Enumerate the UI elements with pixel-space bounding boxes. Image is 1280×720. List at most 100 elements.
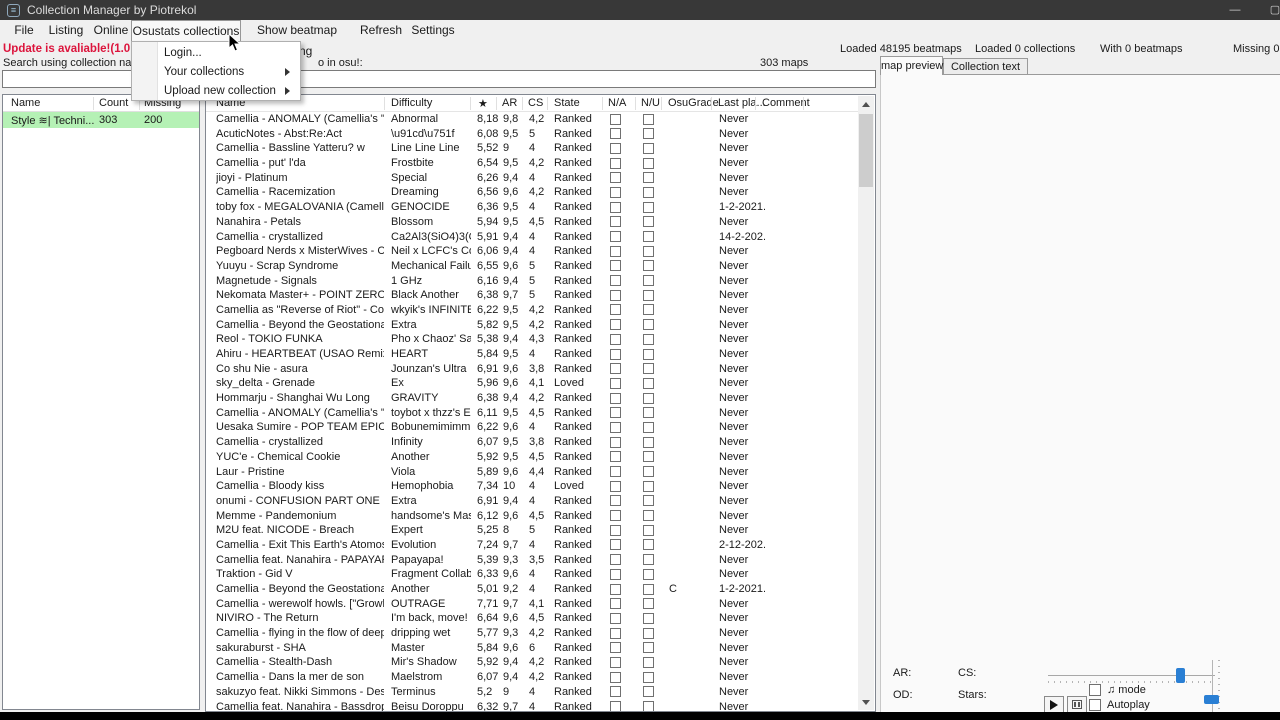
table-row[interactable]: Ahiru - HEARTBEAT (USAO Remix)HEART5,849… bbox=[206, 347, 858, 362]
na-checkbox[interactable] bbox=[610, 407, 621, 418]
update-available-text[interactable]: Update is avaliable!(1.0.1 bbox=[3, 43, 140, 55]
na-checkbox[interactable] bbox=[610, 437, 621, 448]
table-row[interactable]: Nanahira - PetalsBlossom5,949,54,5Ranked… bbox=[206, 215, 858, 230]
table-row[interactable]: Memme - Pandemoniumhandsome's Mast...6,1… bbox=[206, 509, 858, 524]
table-row[interactable]: Traktion - Gid VFragment Collab6,339,64R… bbox=[206, 567, 858, 582]
nu-checkbox[interactable] bbox=[643, 407, 654, 418]
table-row[interactable]: Camellia - Beyond the Geostationary O...… bbox=[206, 582, 858, 597]
table-row[interactable]: Camellia - crystallizedCa2Al3(SiO4)3(OH)… bbox=[206, 230, 858, 245]
na-checkbox[interactable] bbox=[610, 275, 621, 286]
bm-header-star[interactable]: ★ bbox=[478, 97, 488, 110]
nu-checkbox[interactable] bbox=[643, 554, 654, 565]
table-row[interactable]: Magnetude - Signals1 GHz6,169,45RankedNe… bbox=[206, 274, 858, 289]
na-checkbox[interactable] bbox=[610, 701, 621, 711]
na-checkbox[interactable] bbox=[610, 628, 621, 639]
na-checkbox[interactable] bbox=[610, 554, 621, 565]
na-checkbox[interactable] bbox=[610, 290, 621, 301]
na-checkbox[interactable] bbox=[610, 672, 621, 683]
table-row[interactable]: Yuuyu - Scrap SyndromeMechanical Failure… bbox=[206, 259, 858, 274]
tab-collection-text[interactable]: Collection text bbox=[943, 58, 1028, 75]
collection-row-selected[interactable]: Style ≋| Techni... 303 200 bbox=[3, 112, 199, 128]
nu-checkbox[interactable] bbox=[643, 613, 654, 624]
bm-header-ar[interactable]: AR bbox=[502, 97, 517, 109]
nu-checkbox[interactable] bbox=[643, 510, 654, 521]
nu-checkbox[interactable] bbox=[643, 231, 654, 242]
nu-checkbox[interactable] bbox=[643, 319, 654, 330]
na-checkbox[interactable] bbox=[610, 584, 621, 595]
na-checkbox[interactable] bbox=[610, 657, 621, 668]
table-row[interactable]: Pegboard Nerds x MisterWives - CoffinsNe… bbox=[206, 244, 858, 259]
menu-file[interactable]: File bbox=[8, 20, 40, 41]
menu-item-your-collections[interactable]: Your collections bbox=[132, 63, 300, 82]
na-checkbox[interactable] bbox=[610, 260, 621, 271]
bm-header-difficulty[interactable]: Difficulty bbox=[391, 97, 432, 109]
table-row[interactable]: Camellia as "Reverse of Riot" - Compl...… bbox=[206, 303, 858, 318]
nu-checkbox[interactable] bbox=[643, 260, 654, 271]
slider-thumb[interactable] bbox=[1204, 695, 1219, 704]
na-checkbox[interactable] bbox=[610, 187, 621, 198]
table-row[interactable]: Hommarju - Shanghai Wu LongGRAVITY6,389,… bbox=[206, 391, 858, 406]
nu-checkbox[interactable] bbox=[643, 187, 654, 198]
nu-checkbox[interactable] bbox=[643, 672, 654, 683]
seek-slider[interactable] bbox=[1048, 668, 1215, 684]
nu-checkbox[interactable] bbox=[643, 349, 654, 360]
autoplay-checkbox[interactable] bbox=[1089, 699, 1101, 711]
table-row[interactable]: YUC'e - Chemical CookieAnother5,929,54,5… bbox=[206, 450, 858, 465]
na-checkbox[interactable] bbox=[610, 378, 621, 389]
nu-checkbox[interactable] bbox=[643, 642, 654, 653]
table-row[interactable]: onumi - CONFUSION PART ONEExtra6,919,44R… bbox=[206, 494, 858, 509]
col-header-count[interactable]: Count bbox=[99, 97, 128, 109]
minimize-button[interactable]: — bbox=[1218, 0, 1252, 20]
table-row[interactable]: sakuzyo feat. Nikki Simmons - Destr0y...… bbox=[206, 685, 858, 700]
na-checkbox[interactable] bbox=[610, 598, 621, 609]
table-row[interactable]: AcuticNotes - Abst:Re:Act\u91cd\u751f6,0… bbox=[206, 127, 858, 142]
table-scrollbar[interactable] bbox=[858, 96, 874, 710]
table-row[interactable]: Uesaka Sumire - POP TEAM EPIC (TV...Bobu… bbox=[206, 420, 858, 435]
na-checkbox[interactable] bbox=[610, 510, 621, 521]
menu-item-upload-new-collection[interactable]: Upload new collection bbox=[132, 82, 300, 101]
table-row[interactable]: Camellia - RacemizationDreaming6,569,64,… bbox=[206, 185, 858, 200]
table-row[interactable]: Reol - TOKIO FUNKAPho x Chaoz' Sak...5,3… bbox=[206, 332, 858, 347]
table-row[interactable]: Camellia - Stealth-DashMir's Shadow5,929… bbox=[206, 655, 858, 670]
maximize-button[interactable]: ▢ bbox=[1258, 0, 1280, 20]
table-row[interactable]: Co shu Nie - asuraJounzan's Ultra6,919,6… bbox=[206, 362, 858, 377]
slider-thumb[interactable] bbox=[1176, 668, 1185, 683]
play-button[interactable] bbox=[1044, 696, 1064, 712]
na-checkbox[interactable] bbox=[610, 525, 621, 536]
nu-checkbox[interactable] bbox=[643, 598, 654, 609]
nu-checkbox[interactable] bbox=[643, 290, 654, 301]
na-checkbox[interactable] bbox=[610, 246, 621, 257]
menu-online[interactable]: Online bbox=[90, 20, 132, 41]
scrollbar-thumb[interactable] bbox=[859, 114, 873, 187]
na-checkbox[interactable] bbox=[610, 686, 621, 697]
table-row[interactable]: sakuraburst - SHAMaster5,849,66RankedNev… bbox=[206, 641, 858, 656]
nu-checkbox[interactable] bbox=[643, 304, 654, 315]
nu-checkbox[interactable] bbox=[643, 114, 654, 125]
na-checkbox[interactable] bbox=[610, 158, 621, 169]
na-checkbox[interactable] bbox=[610, 363, 621, 374]
pause-button[interactable] bbox=[1067, 696, 1087, 712]
na-checkbox[interactable] bbox=[610, 495, 621, 506]
col-header-name[interactable]: Name bbox=[11, 97, 40, 109]
menu-settings[interactable]: Settings bbox=[409, 20, 457, 41]
nu-checkbox[interactable] bbox=[643, 246, 654, 257]
na-checkbox[interactable] bbox=[610, 319, 621, 330]
table-row[interactable]: Camellia feat. Nanahira - PAPAYAPA ...Pa… bbox=[206, 553, 858, 568]
nu-checkbox[interactable] bbox=[643, 539, 654, 550]
na-checkbox[interactable] bbox=[610, 231, 621, 242]
nu-checkbox[interactable] bbox=[643, 202, 654, 213]
nu-checkbox[interactable] bbox=[643, 393, 654, 404]
nu-checkbox[interactable] bbox=[643, 481, 654, 492]
table-row[interactable]: Camellia - werewolf howls. ["Growling" .… bbox=[206, 597, 858, 612]
nu-checkbox[interactable] bbox=[643, 495, 654, 506]
nu-checkbox[interactable] bbox=[643, 569, 654, 580]
table-row[interactable]: M2U feat. NICODE - BreachExpert5,2585Ran… bbox=[206, 523, 858, 538]
nu-checkbox[interactable] bbox=[643, 334, 654, 345]
bm-header-cs[interactable]: CS bbox=[528, 97, 543, 109]
table-row[interactable]: Nekomata Master+ - POINT ZEROBlack Anoth… bbox=[206, 288, 858, 303]
menu-item-login[interactable]: Login... bbox=[132, 44, 300, 63]
nu-checkbox[interactable] bbox=[643, 172, 654, 183]
na-checkbox[interactable] bbox=[610, 466, 621, 477]
table-row[interactable]: toby fox - MEGALOVANIA (Camellia R...GEN… bbox=[206, 200, 858, 215]
table-row[interactable]: Camellia - put' l'daFrostbite6,549,54,2R… bbox=[206, 156, 858, 171]
